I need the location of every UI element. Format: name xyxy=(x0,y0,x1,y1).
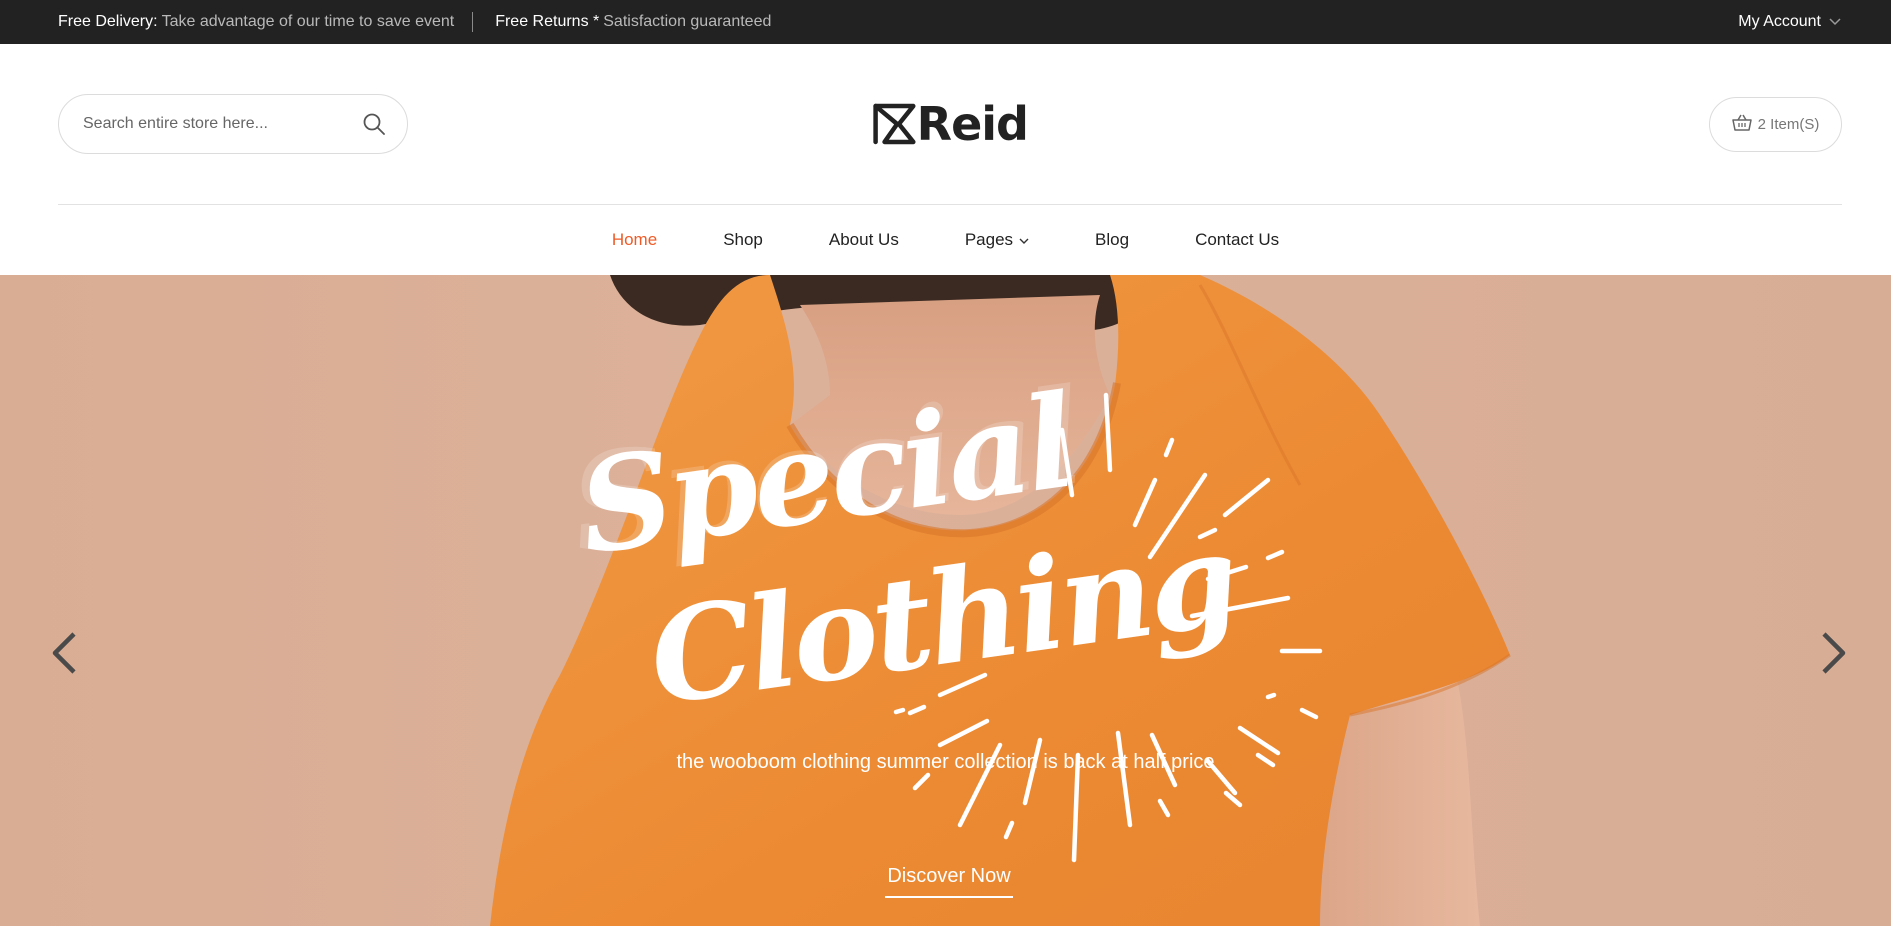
chevron-right-icon xyxy=(1820,631,1848,680)
main-nav: Home Shop About Us Pages Blog Contact Us xyxy=(0,205,1891,275)
nav-about-label: About Us xyxy=(828,230,899,249)
nav-blog-label: Blog xyxy=(1095,230,1130,249)
hero-slider: Special Special Clothing the wooboom clo… xyxy=(0,275,1891,926)
returns-text: Satisfaction guaranteed xyxy=(603,13,772,30)
returns-title: Free Returns * xyxy=(495,13,600,30)
search-bar xyxy=(58,94,408,154)
logo-mark-icon xyxy=(873,103,916,145)
topbar-divider xyxy=(472,12,474,32)
my-account-menu[interactable]: My Account xyxy=(1738,13,1841,31)
hero-subtitle: the wooboom clothing summer collection i… xyxy=(676,751,1215,773)
slider-prev-button[interactable] xyxy=(44,628,84,682)
site-logo[interactable]: Reid xyxy=(872,96,1029,152)
nav-item-pages[interactable]: Pages xyxy=(965,230,1029,250)
nav-item-about-us[interactable]: About Us xyxy=(829,230,899,250)
search-input[interactable] xyxy=(83,115,361,133)
discover-now-button[interactable]: Discover Now xyxy=(885,865,1013,898)
hero-image: Special Special Clothing xyxy=(490,275,1511,926)
cart-button[interactable]: 2 Item(S) xyxy=(1709,97,1842,152)
nav-home-label: Home xyxy=(611,230,658,249)
my-account-label: My Account xyxy=(1738,13,1821,30)
nav-shop-label: Shop xyxy=(723,230,763,249)
slider-next-button[interactable] xyxy=(1814,628,1854,682)
basket-icon xyxy=(1731,114,1752,136)
delivery-title: Free Delivery: xyxy=(58,13,158,30)
top-bar: Free Delivery: Take advantage of our tim… xyxy=(0,0,1891,44)
logo-text: Reid xyxy=(916,97,1029,151)
nav-item-shop[interactable]: Shop xyxy=(723,230,763,250)
chevron-down-icon xyxy=(1829,18,1841,26)
delivery-text: Take advantage of our time to save event xyxy=(161,13,455,30)
nav-item-home[interactable]: Home xyxy=(612,230,657,250)
chevron-down-icon xyxy=(1019,230,1029,250)
nav-item-contact-us[interactable]: Contact Us xyxy=(1195,230,1279,250)
cart-count-label: 2 Item(S) xyxy=(1757,116,1820,133)
search-icon[interactable] xyxy=(361,111,387,137)
chevron-left-icon xyxy=(50,631,78,680)
nav-item-blog[interactable]: Blog xyxy=(1095,230,1129,250)
nav-pages-label: Pages xyxy=(964,230,1014,249)
nav-contact-label: Contact Us xyxy=(1195,230,1280,249)
